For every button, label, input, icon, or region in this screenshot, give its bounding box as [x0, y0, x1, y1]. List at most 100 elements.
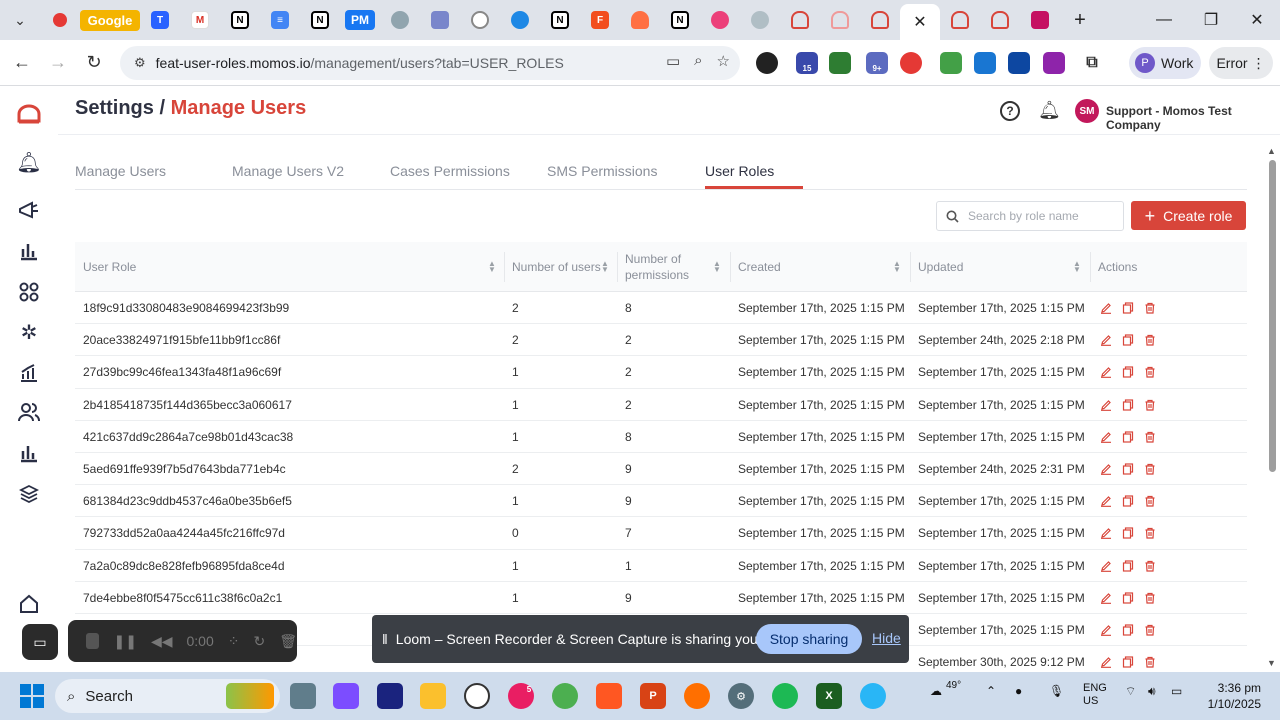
edit-icon[interactable] — [1100, 334, 1112, 347]
trash-icon[interactable] — [1144, 495, 1156, 507]
app-icon[interactable] — [860, 683, 886, 709]
edit-icon[interactable] — [1100, 495, 1112, 508]
browser-tab[interactable] — [460, 0, 500, 40]
browser-error-button[interactable]: Error ⋮ — [1209, 47, 1273, 79]
settings-icon[interactable]: ⚙ — [728, 683, 754, 709]
stop-sharing-button[interactable]: Stop sharing — [756, 624, 862, 654]
star-icon[interactable]: ☆ — [717, 52, 730, 70]
slack-icon[interactable]: 5 — [508, 683, 534, 709]
edit-icon[interactable] — [1100, 560, 1112, 572]
forward-button[interactable]: → — [40, 45, 76, 81]
spotify-icon[interactable] — [772, 683, 798, 709]
home-icon[interactable] — [16, 591, 42, 617]
extension-icon[interactable] — [900, 52, 922, 74]
browser-tab[interactable] — [620, 0, 660, 40]
edit-icon[interactable] — [1100, 431, 1112, 443]
column-header-number-of-users[interactable]: Number of users — [512, 242, 601, 292]
browser-tab[interactable] — [820, 0, 860, 40]
browser-tab[interactable] — [860, 0, 900, 40]
browser-tab[interactable]: N — [220, 0, 260, 40]
volume-icon[interactable]: 🔊︎ — [1148, 684, 1156, 699]
analytics-icon[interactable] — [16, 360, 42, 386]
page-scrollbar[interactable]: ▲ ▼ — [1266, 146, 1278, 670]
table-row[interactable]: 7a2a0c89dc8e828fefb96895fda8ce4d 1 1 Septem… — [75, 550, 1247, 582]
copy-icon[interactable] — [1122, 366, 1134, 378]
trash-icon[interactable]: 🗑︎ — [279, 633, 297, 650]
momos-logo-icon[interactable] — [16, 101, 42, 127]
scroll-up-icon[interactable]: ▲ — [1267, 146, 1276, 156]
column-header-user-role[interactable]: User Role — [83, 242, 136, 292]
edit-icon[interactable] — [1100, 624, 1112, 636]
table-row[interactable]: 792733dd52a0aa4244a45fc216ffc97d 0 7 Septem… — [75, 517, 1247, 550]
bar-chart-icon[interactable] — [16, 238, 42, 264]
grid-icon[interactable] — [16, 279, 42, 305]
language-indicator[interactable]: ENG US — [1083, 682, 1107, 708]
extension-icon[interactable] — [756, 52, 778, 74]
powerpoint-icon[interactable]: P — [640, 683, 666, 709]
table-row[interactable]: 681384d23c9ddb4537c46a0be35b6ef5 1 9 Septem… — [75, 485, 1247, 518]
app-icon[interactable] — [377, 683, 403, 709]
trash-icon[interactable] — [1144, 399, 1156, 411]
role-search-input[interactable] — [968, 209, 1118, 223]
table-row[interactable]: 27d39bc99c46fea1343fa48f1a96c69f 1 2 Septem… — [75, 356, 1247, 389]
star-icon[interactable]: ✲ — [16, 319, 42, 345]
site-settings-icon[interactable]: ⚙ — [134, 55, 146, 71]
copy-icon[interactable] — [1122, 334, 1134, 346]
browser-tab[interactable]: F — [580, 0, 620, 40]
users-icon[interactable] — [16, 399, 42, 425]
hide-banner-link[interactable]: Hide — [872, 630, 901, 646]
edit-icon[interactable] — [1100, 463, 1112, 475]
browser-tab[interactable]: N — [300, 0, 340, 40]
trash-icon[interactable] — [1144, 527, 1156, 539]
help-icon[interactable]: ? — [1000, 101, 1020, 121]
edit-icon[interactable] — [1100, 656, 1112, 668]
notification-bell-icon[interactable]: 🔔︎ — [1038, 100, 1061, 121]
copy-icon[interactable] — [1122, 592, 1134, 604]
edit-icon[interactable] — [1100, 399, 1112, 411]
back-button[interactable]: ← — [4, 45, 40, 81]
tab-manage-users[interactable]: Manage Users — [75, 163, 166, 179]
loom-camera-button[interactable]: ▭ — [22, 624, 58, 660]
draw-icon[interactable]: ⁘ — [228, 633, 240, 650]
trash-icon[interactable] — [1144, 592, 1156, 604]
tab-search-menu[interactable]: ⌄ — [0, 0, 40, 40]
copy-icon[interactable] — [1122, 495, 1134, 507]
tab-cases-permissions[interactable]: Cases Permissions — [390, 163, 510, 179]
trash-icon[interactable] — [1144, 431, 1156, 443]
edit-icon[interactable] — [1100, 366, 1112, 379]
zoom-icon[interactable]: ⌕ — [694, 52, 702, 70]
browser-tab[interactable]: N — [660, 0, 700, 40]
table-row[interactable]: 421c637dd9c2864a7ce98b01d43cac38 1 8 Septem… — [75, 421, 1247, 453]
app-icon[interactable] — [464, 683, 490, 709]
trash-icon[interactable] — [1144, 560, 1156, 572]
copy-icon[interactable] — [1122, 559, 1134, 572]
widgets-icon[interactable] — [226, 683, 274, 709]
browser-tab[interactable] — [500, 0, 540, 40]
window-close-button[interactable]: ✕ — [1234, 0, 1280, 40]
trash-icon[interactable] — [1144, 302, 1156, 314]
browser-tab[interactable] — [780, 0, 820, 40]
rewind-icon[interactable]: ◀◀ — [151, 633, 173, 650]
chevron-up-icon[interactable]: ⌃ — [986, 684, 996, 698]
table-row[interactable]: 18f9c91d33080483e9084699423f3b99 2 8 Septem… — [75, 292, 1247, 325]
restart-icon[interactable]: ↻ — [253, 633, 265, 650]
browser-tab[interactable]: Google — [79, 0, 141, 40]
scroll-down-icon[interactable]: ▼ — [1267, 658, 1276, 668]
browser-tab[interactable] — [40, 0, 80, 40]
wifi-icon[interactable]: ⌔ — [1125, 684, 1136, 699]
drag-handle-icon[interactable]: ‖ — [382, 631, 388, 647]
chrome-icon[interactable] — [552, 683, 578, 709]
copilot-icon[interactable] — [333, 683, 359, 709]
copy-icon[interactable] — [1122, 302, 1134, 314]
layers-icon[interactable] — [16, 481, 42, 507]
profile-button[interactable]: P Work — [1129, 47, 1201, 79]
edit-icon[interactable] — [1100, 302, 1112, 314]
browser-tab[interactable]: M — [180, 0, 220, 40]
trash-icon[interactable] — [1144, 366, 1156, 378]
extension-icon[interactable] — [940, 52, 962, 74]
trash-icon[interactable] — [1144, 463, 1156, 475]
tab-manage-users-v2[interactable]: Manage Users V2 — [232, 163, 344, 179]
folder-icon[interactable] — [420, 683, 446, 709]
cast-icon[interactable]: ▭ — [666, 52, 680, 70]
bar-chart-icon[interactable] — [16, 440, 42, 466]
